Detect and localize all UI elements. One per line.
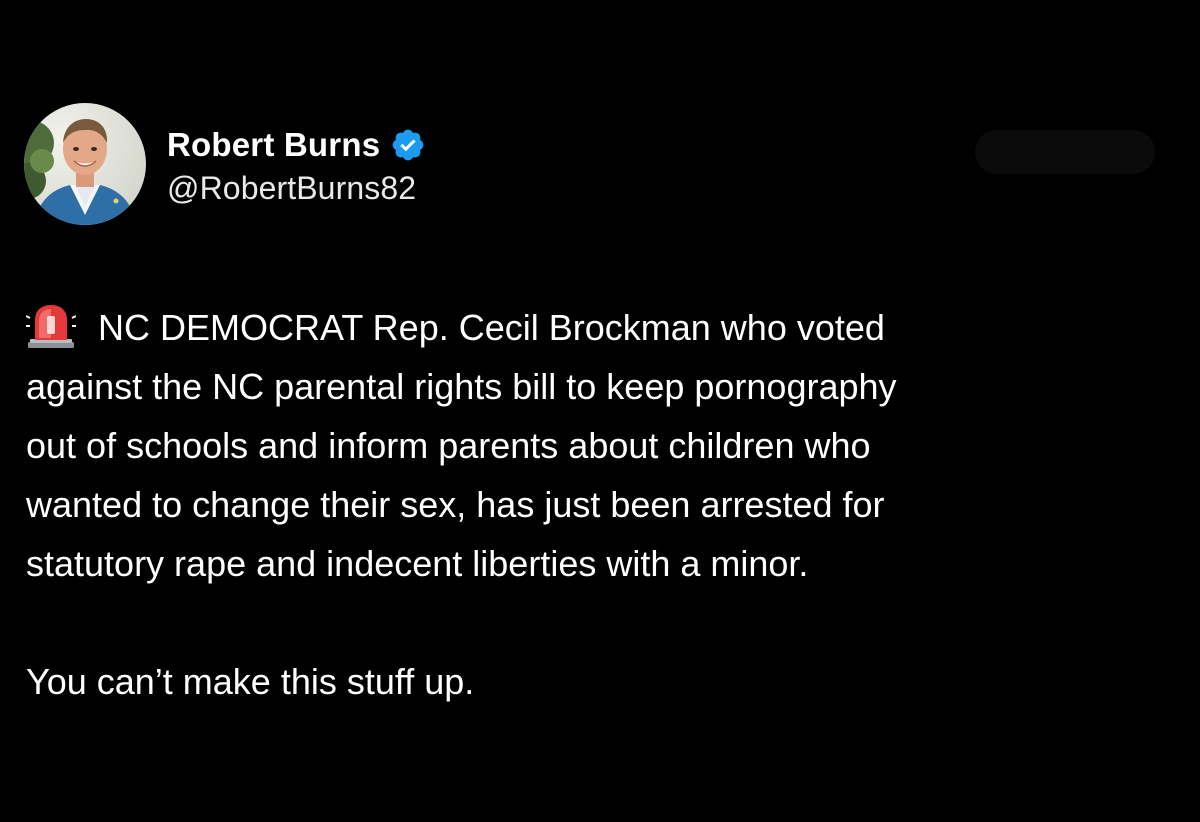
tweet-line-2: against the NC parental rights bill to k… <box>26 366 897 407</box>
tweet-line-4: wanted to change their sex, has just bee… <box>26 484 885 525</box>
follow-button-ghost <box>975 130 1155 174</box>
tweet-line-3: out of schools and inform parents about … <box>26 425 871 466</box>
tweet-text: NC DEMOCRAT Rep. Cecil Brockman who vote… <box>25 298 1176 711</box>
author-names: Robert Burns @RobertBurns82 <box>167 122 426 207</box>
author-handle[interactable]: @RobertBurns82 <box>167 170 426 207</box>
tweet-card: Robert Burns @RobertBurns82 NC DEMOCRAT … <box>0 0 1200 822</box>
tweet-line-5: statutory rape and indecent liberties wi… <box>26 543 809 584</box>
tweet-line-1: NC DEMOCRAT Rep. Cecil Brockman who vote… <box>25 298 1176 357</box>
tweet-closing-line: You can’t make this stuff up. <box>26 661 475 702</box>
author-display-name[interactable]: Robert Burns <box>167 126 380 164</box>
siren-emoji-icon <box>25 304 77 348</box>
avatar[interactable] <box>24 103 146 225</box>
name-row: Robert Burns <box>167 122 426 168</box>
verified-badge-icon <box>390 127 426 163</box>
tweet-header: Robert Burns @RobertBurns82 <box>24 103 426 225</box>
tweet-line-1-text: NC DEMOCRAT Rep. Cecil Brockman who vote… <box>98 307 885 348</box>
